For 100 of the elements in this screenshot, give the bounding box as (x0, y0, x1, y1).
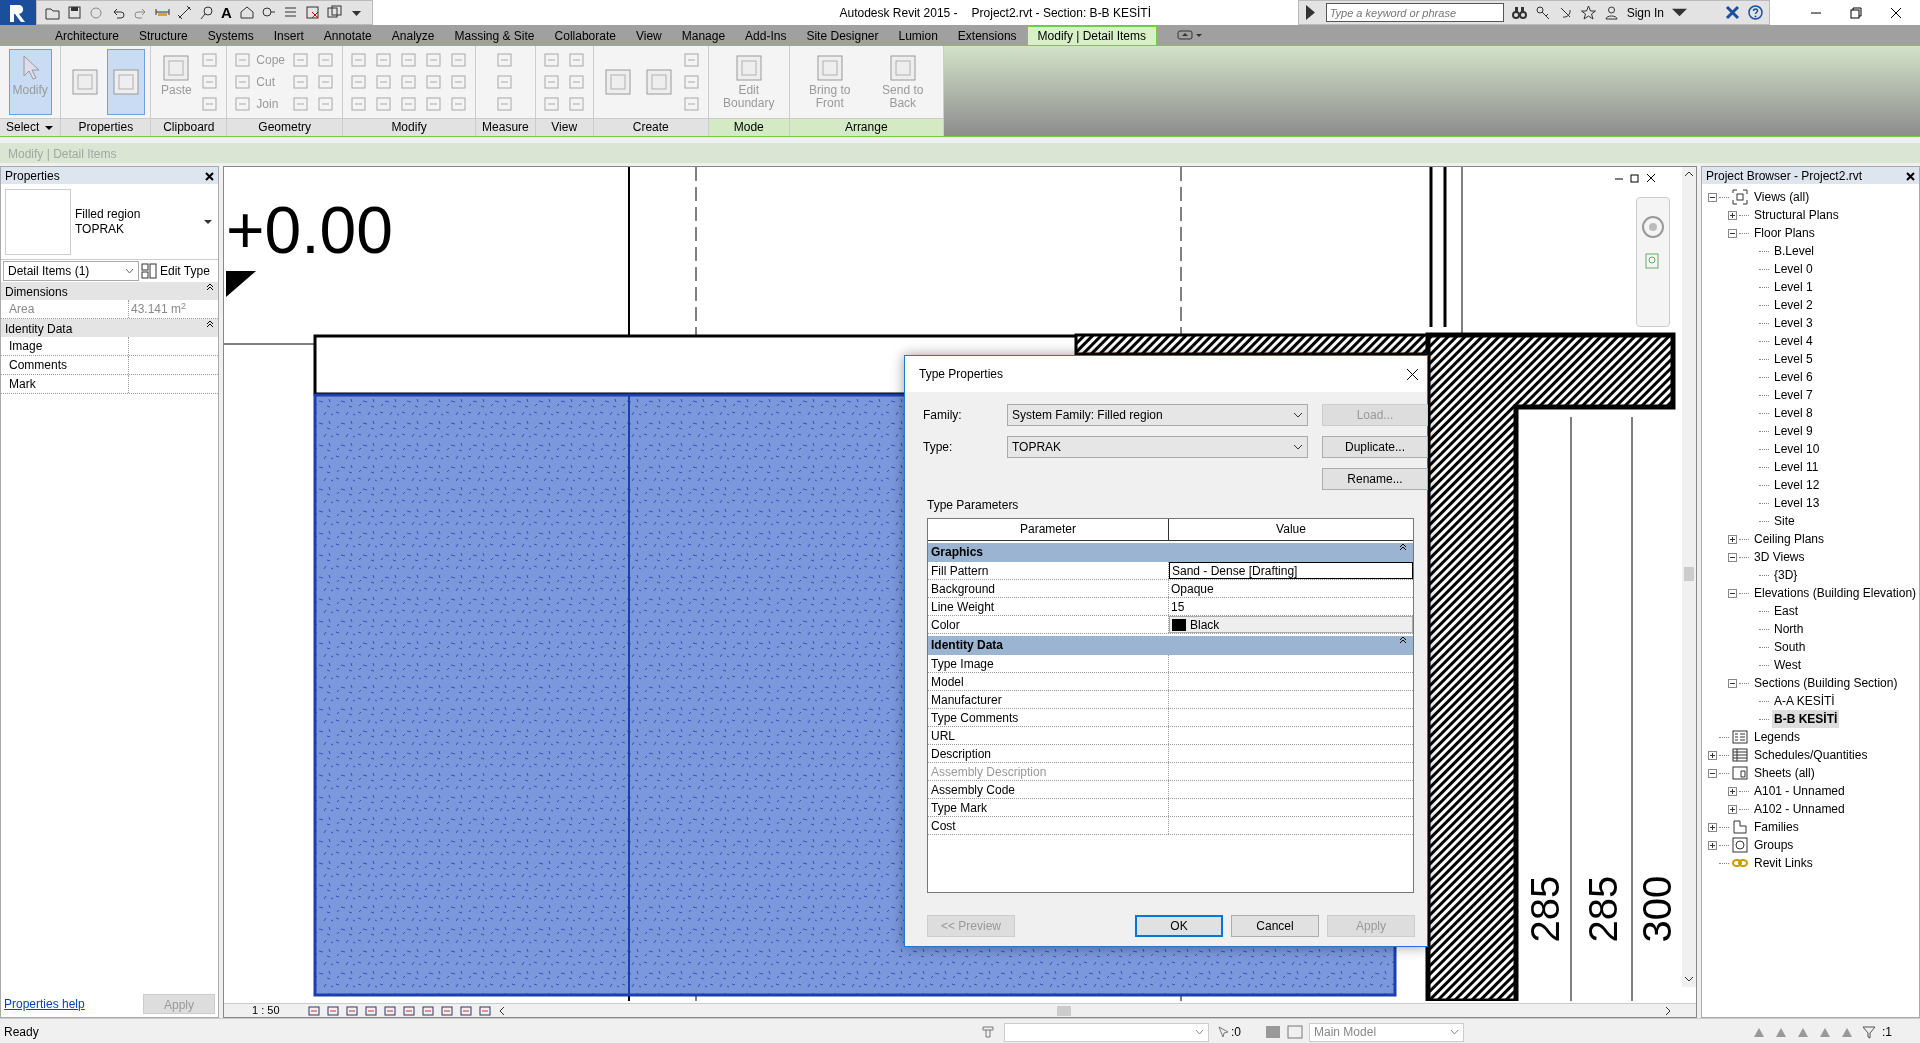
tree-item[interactable]: Revit Links (1752, 854, 1815, 872)
ribbon-tab[interactable]: Insert (263, 27, 314, 45)
dialog-button[interactable]: Rename... (1322, 468, 1428, 490)
combo-box[interactable]: System Family: Filled region (1007, 404, 1308, 426)
ribbon-tab[interactable]: Massing & Site (444, 27, 545, 45)
tree-item[interactable]: West (1772, 656, 1804, 674)
expand-icon[interactable] (1708, 840, 1717, 850)
tree-item[interactable]: Level 10 (1772, 440, 1822, 458)
tree-item[interactable]: Sheets (all) (1752, 764, 1817, 782)
ribbon-tab[interactable]: Architecture (45, 27, 130, 45)
tree-item[interactable]: Level 13 (1772, 494, 1822, 512)
tree-item[interactable]: 3D Views (1752, 548, 1807, 566)
ribbon-tab[interactable]: Structure (129, 27, 198, 45)
vertical-scrollbar[interactable] (1682, 167, 1696, 987)
tree-item[interactable]: {3D} (1772, 566, 1800, 584)
ribbon-tab[interactable]: Analyze (381, 27, 445, 45)
3d-house-icon[interactable] (238, 5, 254, 20)
tree-item[interactable]: Legends (1752, 728, 1803, 746)
ribbon-tab[interactable]: Systems (197, 27, 264, 45)
tree-item[interactable]: East (1772, 602, 1800, 620)
dialog-button[interactable]: Cancel (1231, 915, 1319, 937)
x-logo-icon[interactable] (1725, 5, 1740, 20)
sign-in-link[interactable]: Sign In (1626, 3, 1664, 22)
collapse-icon[interactable] (1708, 192, 1717, 202)
collapse-icon[interactable] (1728, 588, 1737, 598)
panel-title[interactable]: Select (0, 118, 61, 136)
ribbon-tab[interactable]: Collaborate (544, 27, 626, 45)
ribbon-tab[interactable]: Manage (671, 27, 736, 45)
tree-item[interactable]: Groups (1752, 836, 1796, 854)
tree-item[interactable]: Level 7 (1772, 386, 1815, 404)
close-button[interactable] (205, 169, 214, 182)
tree-item[interactable]: North (1772, 620, 1806, 638)
ribbon-tab[interactable]: View (625, 27, 672, 45)
tree-item[interactable]: Level 0 (1772, 260, 1815, 278)
edit-type-button[interactable]: Edit Type (141, 262, 210, 280)
binoculars-icon[interactable] (1511, 5, 1527, 20)
group-header[interactable]: Identity Data (928, 636, 1413, 655)
save-icon[interactable] (67, 5, 82, 20)
tree-item[interactable]: Ceiling Plans (1752, 530, 1827, 548)
close-button[interactable] (1906, 169, 1915, 182)
expand-icon[interactable] (1708, 822, 1717, 832)
tree-item[interactable]: Families (1752, 818, 1801, 836)
tree-item[interactable]: Level 9 (1772, 422, 1815, 440)
close-icon[interactable] (1646, 173, 1656, 183)
search-field[interactable]: Type a keyword or phrase (1325, 3, 1504, 22)
column-header[interactable]: Value (1169, 519, 1413, 540)
tree-item[interactable]: Sections (Building Section) (1752, 674, 1900, 692)
tree-item[interactable]: B.Level (1772, 242, 1817, 260)
scroll-thumb[interactable] (1057, 1005, 1071, 1016)
expand-icon[interactable] (1728, 534, 1737, 544)
tree-item[interactable]: A101 - Unnamed (1752, 782, 1847, 800)
ribbon-tab[interactable]: Annotate (313, 27, 382, 45)
filter-icon[interactable] (1862, 1025, 1876, 1039)
tree-item[interactable]: Schedules/Quantities (1752, 746, 1870, 764)
group-header[interactable]: Dimensions (1, 282, 218, 300)
tree-item[interactable]: Site (1772, 512, 1797, 530)
close-button[interactable] (1406, 367, 1419, 381)
scroll-left-icon[interactable] (498, 1005, 506, 1016)
restore-icon[interactable] (1630, 173, 1640, 183)
collapse-icon[interactable] (1708, 768, 1717, 778)
tree-item[interactable]: Level 2 (1772, 296, 1815, 314)
user-icon[interactable] (1603, 5, 1619, 20)
minimize-ribbon-icon[interactable] (1177, 29, 1204, 41)
tree-item[interactable]: South (1772, 638, 1808, 656)
tree-item[interactable]: A-A KESİTİ (1772, 692, 1837, 710)
expand-icon[interactable] (1728, 210, 1737, 220)
collapse-icon[interactable] (1728, 228, 1737, 238)
collapse-icon[interactable] (1728, 678, 1737, 688)
tree-item[interactable]: Level 3 (1772, 314, 1815, 332)
ribbon-tab[interactable]: Lumion (888, 27, 948, 45)
tree-item[interactable]: Floor Plans (1752, 224, 1817, 242)
contextual-tab[interactable]: Modify | Detail Items (1026, 26, 1158, 45)
open-folder-icon[interactable] (45, 5, 60, 20)
close-hidden-windows-icon[interactable] (304, 5, 320, 20)
properties-help-link[interactable]: Properties help (4, 995, 85, 1013)
ribbon-tab[interactable]: Add-Ins (735, 27, 797, 45)
dialog-button[interactable]: Duplicate... (1322, 436, 1428, 458)
tree-item[interactable]: Level 12 (1772, 476, 1822, 494)
tree-item[interactable]: Level 5 (1772, 350, 1815, 368)
close-icon[interactable] (1890, 6, 1902, 19)
tree-item[interactable]: A102 - Unnamed (1752, 800, 1847, 818)
collapse-icon[interactable] (1728, 552, 1737, 562)
tree-item[interactable]: B-B KESİTİ (1772, 710, 1840, 728)
design-option-dropdown[interactable]: Main Model (1309, 1022, 1464, 1042)
ribbon-tab[interactable]: Extensions (947, 27, 1027, 45)
properties-button[interactable] (107, 49, 146, 115)
expand-icon[interactable] (1728, 786, 1737, 796)
scroll-right-icon[interactable] (1664, 1005, 1672, 1016)
dialog-button[interactable]: OK (1135, 915, 1223, 937)
selection-filter-icon[interactable] (1217, 1025, 1231, 1039)
combo-box[interactable]: TOPRAK (1007, 436, 1308, 458)
aligned-dimension-icon[interactable] (177, 5, 192, 20)
parameter-field[interactable]: Sand - Dense [Drafting] (1169, 562, 1413, 579)
app-logo-button[interactable] (0, 0, 36, 25)
tree-item[interactable]: Level 11 (1772, 458, 1821, 476)
workset-dropdown[interactable] (1004, 1022, 1209, 1042)
group-header[interactable]: Identity Data (1, 319, 218, 337)
thin-lines-icon[interactable] (282, 5, 298, 20)
expand-icon[interactable] (1728, 804, 1737, 814)
tree-item[interactable]: Level 6 (1772, 368, 1815, 386)
